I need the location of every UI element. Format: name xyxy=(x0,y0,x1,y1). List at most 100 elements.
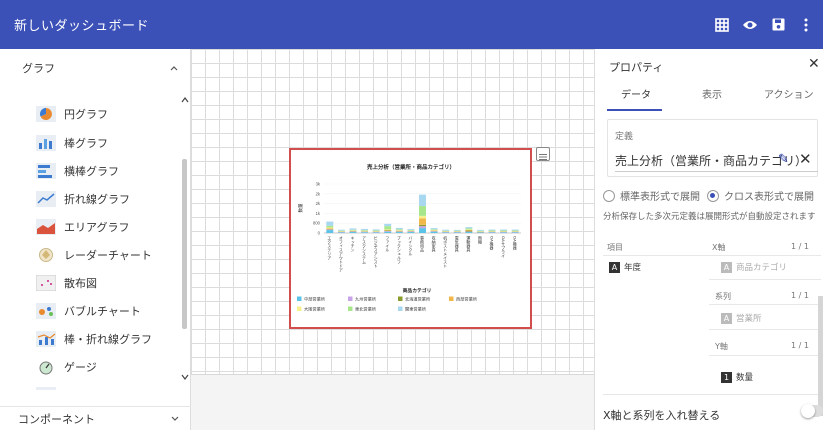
active-tab-indicator xyxy=(607,109,662,111)
x-tick-label: 事務用品 xyxy=(420,235,425,253)
bar-segment xyxy=(384,229,392,231)
field-yaxis-value[interactable]: 1 数量 xyxy=(721,371,753,383)
pie-chart-icon xyxy=(36,106,56,122)
x-tick-label: ファイル xyxy=(385,236,390,252)
legend-swatch xyxy=(398,296,403,301)
bar-segment xyxy=(476,229,484,231)
gauge-icon xyxy=(36,359,56,375)
clear-definition-icon[interactable]: ✕ xyxy=(799,150,812,168)
xaxis-label: X軸 xyxy=(712,243,726,252)
chart-widget[interactable]: 売上分析（営業所・商品カテゴリ） 3k 2k 2k 1k 800 0 数量 エクステリア オフィス… xyxy=(289,148,532,329)
divider xyxy=(709,329,821,330)
legend-label: 北海道営業所 xyxy=(405,296,430,303)
save-icon[interactable] xyxy=(769,16,787,34)
area-chart-icon xyxy=(36,219,56,235)
legend-swatch xyxy=(348,306,353,311)
tab-data[interactable]: データ xyxy=(621,86,651,101)
radio-standard[interactable]: 標準表形式で展開 xyxy=(603,188,700,203)
bar-segment xyxy=(465,227,473,229)
bar-segment xyxy=(384,223,392,227)
divider xyxy=(709,355,821,356)
edit-pencil-icon[interactable]: ✎ xyxy=(778,152,789,167)
field-series-value[interactable]: A 営業所 xyxy=(721,312,762,324)
chart-menu-button[interactable] xyxy=(536,147,550,161)
bar-segment xyxy=(326,228,334,230)
definition-underline xyxy=(615,171,818,172)
bar-segment xyxy=(407,232,415,233)
bar-segment xyxy=(407,229,415,231)
more-icon[interactable] xyxy=(797,16,815,34)
list-item-label: 折れ線グラフ xyxy=(64,193,130,206)
radio-cross-label: クロス表形式で展開 xyxy=(724,192,814,203)
scroll-down-icon[interactable] xyxy=(181,374,189,380)
swap-axis-toggle[interactable] xyxy=(801,404,823,418)
field-year-label: 年度 xyxy=(624,263,642,273)
bar-segment xyxy=(326,230,334,233)
list-item-area-chart[interactable]: エリアグラフ xyxy=(36,216,129,238)
y-tick-label: 800 xyxy=(313,221,321,226)
field-xaxis-value[interactable]: A 商品カテゴリ xyxy=(721,261,787,273)
swap-axis-label: X軸と系列を入れ替える xyxy=(603,409,721,422)
tab-display[interactable]: 表示 xyxy=(702,86,722,101)
scroll-up-icon[interactable] xyxy=(181,97,189,103)
list-item-bar-line-chart[interactable]: 棒・折れ線グラフ xyxy=(36,328,152,350)
list-item-gauge[interactable]: ゲージ xyxy=(36,356,97,378)
x-tick-label: 運動器具 xyxy=(466,235,471,253)
list-item-label: 散布図 xyxy=(64,277,97,290)
list-item-horizontal-bar-chart[interactable]: 横棒グラフ xyxy=(36,160,119,182)
field-yaxis-value-label: 数量 xyxy=(736,373,754,383)
list-item-bubble-chart[interactable]: バブルチャート xyxy=(36,300,141,322)
field-type-icon: A xyxy=(721,312,732,324)
tab-action[interactable]: アクション xyxy=(764,86,814,101)
x-tick-label: ブックシェルフ xyxy=(397,235,402,264)
list-item-bar-chart[interactable]: 棒グラフ xyxy=(36,132,108,154)
bar-segment xyxy=(419,215,426,219)
divider xyxy=(603,394,821,395)
grid-icon[interactable] xyxy=(713,16,731,34)
legend-label: 九州営業所 xyxy=(355,296,376,303)
eye-icon[interactable] xyxy=(741,16,759,34)
field-year[interactable]: A 年度 xyxy=(609,261,641,273)
bar-segment xyxy=(407,228,415,230)
bar-segment xyxy=(430,228,438,230)
list-item-radar-chart[interactable]: レーダーチャート xyxy=(36,244,152,266)
bar-segment xyxy=(361,228,369,231)
list-item-pie-chart[interactable]: 円グラフ xyxy=(36,103,108,125)
graph-section-header[interactable]: グラフ xyxy=(0,49,190,87)
radio-circle xyxy=(603,189,615,202)
bar-segment xyxy=(326,229,334,231)
properties-scrollbar[interactable] xyxy=(818,296,823,416)
x-tick-label: OA機器 xyxy=(513,236,518,250)
component-palette: グラフ 円グラフ 棒グラフ 横棒グラフ 折れ線グラフ エリアグラフ レーダーチャ… xyxy=(0,49,191,430)
line-chart-icon xyxy=(36,191,56,207)
bar-segment xyxy=(511,232,519,233)
close-icon[interactable]: ✕ xyxy=(808,56,820,72)
bar-segment xyxy=(372,229,380,231)
list-item-partial xyxy=(36,384,56,390)
field-xaxis-value-label: 商品カテゴリ xyxy=(736,263,788,273)
field-type-icon: A xyxy=(609,261,620,273)
list-item-scatter-chart[interactable]: 散布図 xyxy=(36,272,97,294)
legend-label: 大阪営業所 xyxy=(304,306,325,313)
bar-segment xyxy=(430,229,438,230)
x-tick-label: ビジネスアシスト xyxy=(374,235,379,268)
bar-segment xyxy=(442,229,450,231)
chart-type-list: 円グラフ 棒グラフ 横棒グラフ 折れ線グラフ エリアグラフ レーダーチャート 散… xyxy=(0,87,191,390)
palette-scrollbar[interactable] xyxy=(182,159,187,329)
bar-segment xyxy=(488,230,496,232)
bar-segment xyxy=(326,225,334,228)
bar-segment xyxy=(453,229,461,231)
yaxis-label: Y軸 xyxy=(715,342,728,351)
legend-label: 関東営業所 xyxy=(405,306,426,313)
radio-cross[interactable]: クロス表形式で展開 xyxy=(707,188,814,203)
x-tick-label: オフィスアウトドア xyxy=(339,236,344,273)
list-item-line-chart[interactable]: 折れ線グラフ xyxy=(36,188,130,210)
x-axis-label: 商品カテゴリ xyxy=(403,287,432,294)
chevron-up-icon xyxy=(170,66,178,71)
legend-swatch xyxy=(398,306,403,311)
radar-chart-icon xyxy=(36,247,56,263)
component-section-header[interactable]: コンポーネント xyxy=(0,406,191,430)
dashboard-title[interactable]: 新しいダッシュボード xyxy=(14,15,149,34)
bar-segment xyxy=(395,232,403,233)
app-header: 新しいダッシュボード xyxy=(0,0,823,49)
